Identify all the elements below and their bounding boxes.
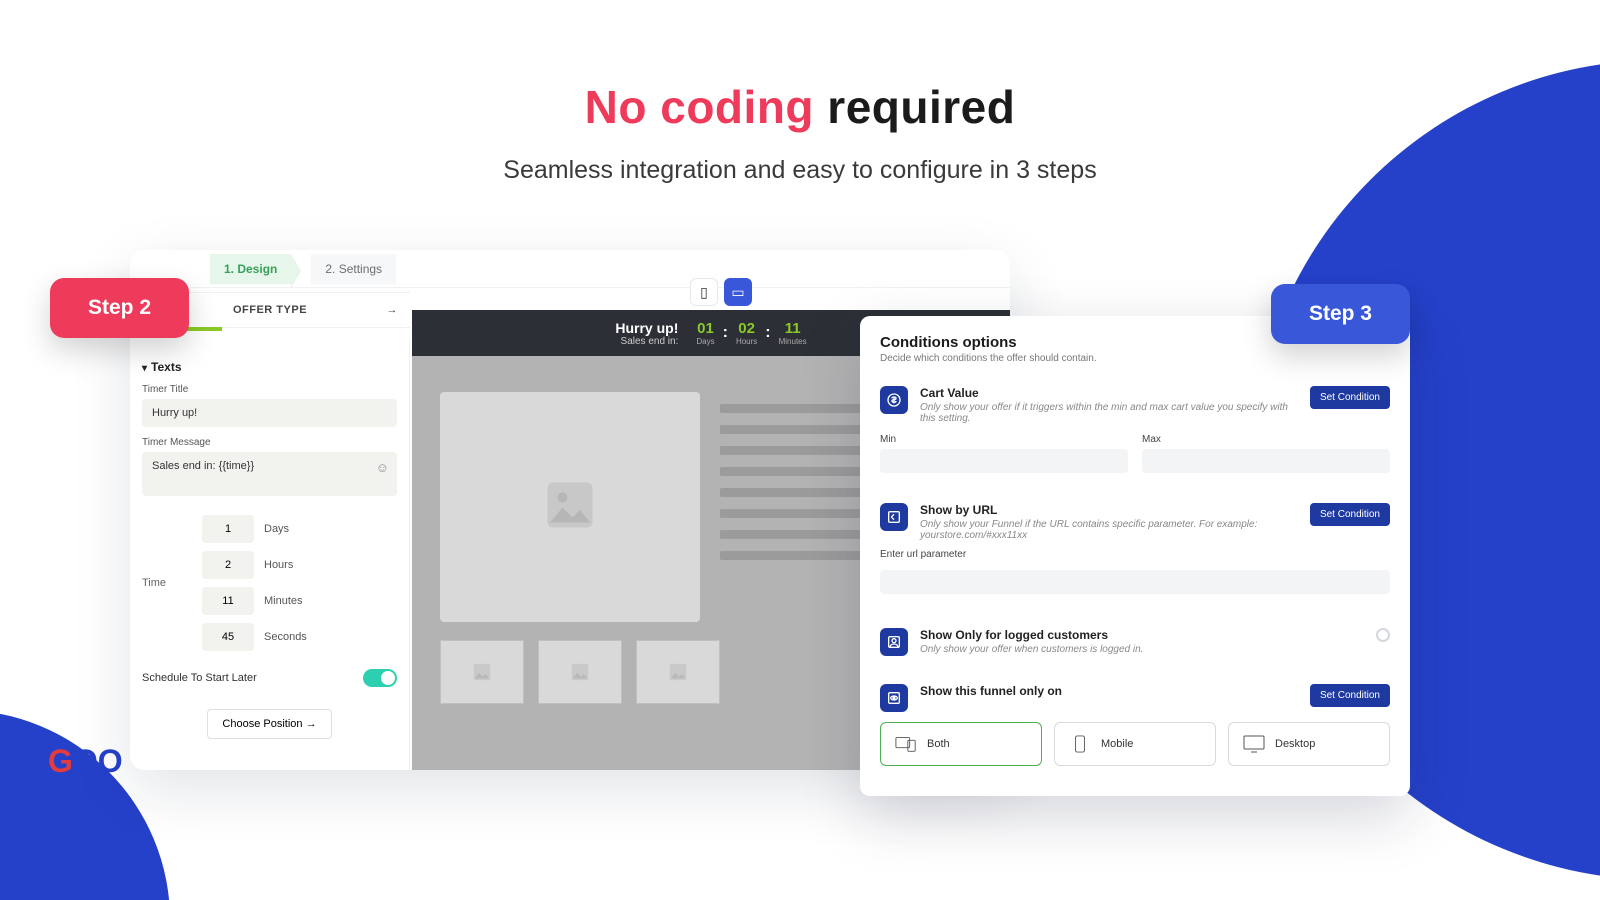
cd-hours-lbl: Hours [736,337,757,346]
logged-desc: Only show your offer when customers is l… [920,644,1364,655]
countdown: 01Days : 02Hours : 11Minutes [696,320,806,346]
conditions-subtitle: Decide which conditions the offer should… [880,353,1390,364]
timer-message-label: Timer Message [142,437,397,448]
devices-icon [895,735,917,753]
url-param-label: Enter url parameter [880,549,1390,560]
brand-logo: G O O [48,743,123,780]
logged-radio[interactable] [1376,628,1390,642]
time-minutes-input[interactable]: 11 [202,587,254,615]
cd-days-num: 01 [696,320,714,337]
product-image-placeholder [440,392,700,622]
mobile-icon: ▯ [700,284,708,301]
timer-message-input[interactable]: Sales end in: {{time}} [142,452,397,496]
time-hours-input[interactable]: 2 [202,551,254,579]
tab-design[interactable]: 1. Design [210,254,291,284]
schedule-label: Schedule To Start Later [142,672,257,684]
min-input[interactable] [880,449,1128,473]
time-hours-label: Hours [264,559,354,571]
link-icon [880,503,908,531]
texts-section-header[interactable]: Texts [142,360,397,374]
set-condition-button[interactable]: Set Condition [1310,684,1390,707]
time-group-label: Time [142,577,184,589]
mobile-icon [1069,735,1091,753]
page-title: No coding required [0,80,1600,134]
design-left-panel: Texts Timer Title Timer Message Sales en… [130,340,410,770]
page-subtitle: Seamless integration and easy to configu… [0,156,1600,185]
tab-settings[interactable]: 2. Settings [311,254,396,284]
time-days-input[interactable]: 1 [202,515,254,543]
conditions-panel: Conditions options Decide which conditio… [860,316,1410,796]
cd-min-lbl: Minutes [779,337,807,346]
logged-name: Show Only for logged customers [920,628,1364,642]
chevron-right-icon: → [387,304,399,316]
max-input[interactable] [1142,449,1390,473]
cart-value-desc: Only show your offer if it triggers with… [920,402,1298,424]
time-days-label: Days [264,523,354,535]
show-url-desc: Only show your Funnel if the URL contain… [920,519,1298,541]
title-rest: required [814,81,1015,133]
thumbnail[interactable] [440,640,524,704]
cd-days-lbl: Days [696,337,714,346]
cart-value-name: Cart Value [920,386,1298,400]
step-3-badge: Step 3 [1271,284,1410,344]
device-toggle: ▯ ▭ [690,278,752,306]
banner-subtitle: Sales end in: [615,336,678,347]
url-param-input[interactable] [880,570,1390,594]
device-mobile-button[interactable]: Mobile [1054,722,1216,766]
set-condition-button[interactable]: Set Condition [1310,503,1390,526]
banner-title: Hurry up! [615,320,678,336]
schedule-toggle[interactable] [363,669,397,687]
device-desktop-button[interactable]: ▭ [724,278,752,306]
thumbnail[interactable] [636,640,720,704]
step-2-badge: Step 2 [50,278,189,338]
time-minutes-label: Minutes [264,595,354,607]
max-label: Max [1142,434,1390,445]
title-accent: No coding [585,81,814,133]
emoji-icon[interactable]: ☺ [376,460,389,475]
cd-min-num: 11 [779,320,807,337]
device-both-label: Both [927,738,950,750]
desktop-icon: ▭ [731,284,744,301]
device-mobile-label: Mobile [1101,738,1133,750]
only-on-name: Show this funnel only on [920,684,1298,698]
device-both-button[interactable]: Both [880,722,1042,766]
choose-position-button[interactable]: Choose Position → [207,709,331,739]
device-mobile-button[interactable]: ▯ [690,278,718,306]
timer-title-input[interactable] [142,399,397,427]
thumbnail[interactable] [538,640,622,704]
wizard-tabs: 1. Design 2. Settings [130,250,1010,288]
device-desktop-button[interactable]: Desktop [1228,722,1390,766]
user-icon [880,628,908,656]
desktop-icon [1243,735,1265,753]
time-seconds-input[interactable]: 45 [202,623,254,651]
device-desktop-label: Desktop [1275,738,1315,750]
offer-type-label: OFFER TYPE [233,304,307,316]
show-url-name: Show by URL [920,503,1298,517]
marketing-header: No coding required Seamless integration … [0,80,1600,185]
eye-icon [880,684,908,712]
image-icon [540,475,600,540]
dollar-icon [880,386,908,414]
min-label: Min [880,434,1128,445]
time-seconds-label: Seconds [264,631,354,643]
timer-title-label: Timer Title [142,384,397,395]
set-condition-button[interactable]: Set Condition [1310,386,1390,409]
cd-hours-num: 02 [736,320,757,337]
